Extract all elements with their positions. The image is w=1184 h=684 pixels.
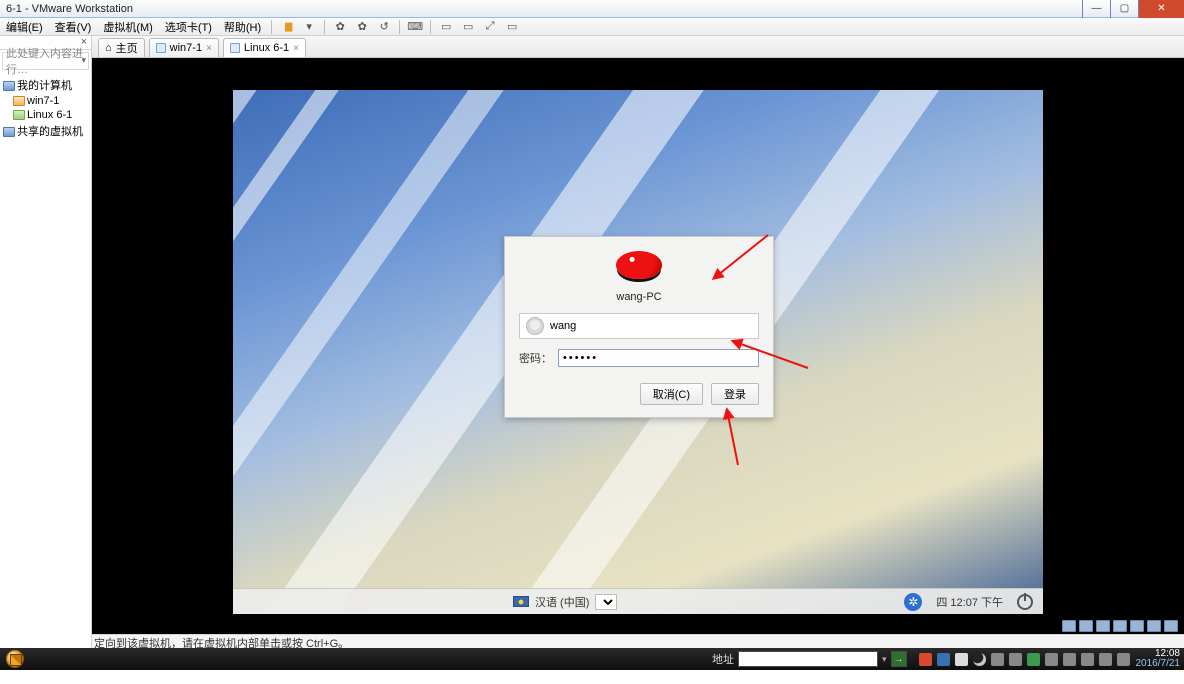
vm-icon (13, 110, 25, 120)
device-icon[interactable] (1079, 620, 1093, 632)
tab-strip: ⌂ 主页 win7-1 × Linux 6-1 × (92, 36, 1184, 58)
device-icon[interactable] (1113, 620, 1127, 632)
toolbar-unity-icon[interactable]: ▭ (459, 19, 477, 35)
login-dialog: wang-PC 密码： 取消(C) 登录 (504, 236, 774, 418)
tray-icon[interactable] (1045, 653, 1058, 666)
sidebar-search-dropdown-icon[interactable]: ▾ (81, 55, 86, 66)
tray-icon[interactable] (991, 653, 1004, 666)
menubar: 编辑(E) 查看(V) 虚拟机(M) 选项卡(T) 帮助(H) ▮▮ ▾ ✿ ✿… (0, 18, 1184, 36)
computer-icon (3, 81, 15, 91)
device-icon[interactable] (1096, 620, 1110, 632)
toolbar-fullscreen-icon[interactable]: ▭ (437, 19, 455, 35)
tray-icon[interactable] (1081, 653, 1094, 666)
tray-icon[interactable] (919, 653, 932, 666)
tab-linux61[interactable]: Linux 6-1 × (223, 38, 306, 57)
redhat-logo-icon (616, 251, 662, 285)
vm-icon (156, 43, 166, 53)
system-tray (913, 653, 1136, 666)
login-user-field[interactable] (519, 313, 759, 339)
tree-node-mycomputer[interactable]: 我的计算机 (1, 76, 89, 94)
login-submit-button[interactable]: 登录 (711, 383, 759, 405)
start-button[interactable] (0, 648, 30, 670)
vm-device-strip (1062, 620, 1178, 632)
close-icon[interactable]: × (293, 43, 299, 54)
window-min-button[interactable]: — (1082, 0, 1110, 18)
menu-help[interactable]: 帮助(H) (218, 19, 267, 35)
taskbar-clock[interactable]: 12:08 2016/7/21 (1136, 649, 1184, 669)
computer-icon (3, 127, 15, 137)
menu-view[interactable]: 查看(V) (49, 19, 98, 35)
toolbar-snapshot-mgr-icon[interactable]: ✿ (353, 19, 371, 35)
power-icon[interactable] (1017, 594, 1033, 610)
sidebar-search-placeholder: 此处键入内容进行… (6, 45, 85, 77)
window-close-button[interactable]: ✕ (1138, 0, 1184, 18)
accessibility-icon[interactable]: ✲ (904, 593, 922, 611)
device-icon[interactable] (1164, 620, 1178, 632)
menu-vm[interactable]: 虚拟机(M) (97, 19, 159, 35)
start-orb-icon (6, 650, 24, 668)
tray-icon[interactable] (937, 653, 950, 666)
home-icon: ⌂ (105, 42, 112, 54)
toolbar-fit-icon[interactable]: ⤢ (481, 19, 499, 35)
close-icon[interactable]: × (206, 43, 212, 54)
guest-clock: 四 12:07 下午 (936, 594, 1003, 610)
vm-icon (13, 96, 25, 106)
device-icon[interactable] (1062, 620, 1076, 632)
guest-lang-label: 汉语 (中国) (535, 594, 589, 610)
vm-console[interactable]: wang-PC 密码： 取消(C) 登录 (92, 58, 1184, 634)
sidebar-search-input[interactable]: 此处键入内容进行… ▾ (2, 52, 89, 70)
toolbar-revert-icon[interactable]: ↺ (375, 19, 393, 35)
tab-win7[interactable]: win7-1 × (149, 38, 219, 57)
toolbar-pause-icon[interactable]: ▮▮ (278, 19, 296, 35)
tray-network-icon[interactable] (1099, 653, 1112, 666)
login-hostname: wang-PC (505, 291, 773, 303)
toolbar-sendkeys-icon[interactable]: ⌨ (406, 19, 424, 35)
guest-lang-dropdown[interactable] (595, 594, 617, 610)
window-titlebar: 6-1 - VMware Workstation — ▢ ✕ (0, 0, 1184, 18)
sidebar-tree: 我的计算机 win7-1 Linux 6-1 共享的虚拟机 (0, 72, 91, 140)
tray-icon[interactable] (1027, 653, 1040, 666)
toolbar-stretch-icon[interactable]: ▭ (503, 19, 521, 35)
tray-icon[interactable] (1063, 653, 1076, 666)
toolbar-power-dropdown[interactable]: ▾ (300, 19, 318, 35)
tray-icon[interactable] (1009, 653, 1022, 666)
taskbar-address-label: 地址 (712, 651, 734, 667)
login-username-input[interactable] (550, 320, 752, 332)
login-password-input[interactable] (558, 349, 759, 367)
tree-node-shared[interactable]: 共享的虚拟机 (1, 122, 89, 140)
guest-bottom-bar: 汉语 (中国) ✲ 四 12:07 下午 (233, 588, 1043, 614)
device-icon[interactable] (1147, 620, 1161, 632)
sidebar: × 此处键入内容进行… ▾ 我的计算机 win7-1 Linux 6-1 共享的… (0, 36, 92, 648)
annotation-arrow (718, 410, 778, 475)
tree-node-linux61[interactable]: Linux 6-1 (1, 108, 89, 122)
status-hint: 定向到该虚拟机，请在虚拟机内部单击或按 Ctrl+G。 (92, 634, 1184, 648)
guest-desktop: wang-PC 密码： 取消(C) 登录 (233, 90, 1043, 614)
chevron-down-icon[interactable]: ▾ (882, 654, 887, 665)
menu-edit[interactable]: 编辑(E) (0, 19, 49, 35)
taskbar-address-input[interactable] (738, 651, 878, 667)
window-max-button[interactable]: ▢ (1110, 0, 1138, 18)
user-icon (526, 317, 544, 335)
tray-ime-icon[interactable] (955, 653, 968, 666)
windows-taskbar: 地址 ▾ → 12:08 2016/7/21 (0, 648, 1184, 670)
tree-node-win7[interactable]: win7-1 (1, 94, 89, 108)
menu-tabs[interactable]: 选项卡(T) (159, 19, 218, 35)
device-icon[interactable] (1130, 620, 1144, 632)
taskbar-address-go-button[interactable]: → (891, 651, 907, 667)
login-cancel-button[interactable]: 取消(C) (640, 383, 703, 405)
window-title: 6-1 - VMware Workstation (6, 3, 133, 15)
tray-volume-icon[interactable] (1117, 653, 1130, 666)
toolbar-snapshot-icon[interactable]: ✿ (331, 19, 349, 35)
vm-icon (230, 43, 240, 53)
tray-icon[interactable] (973, 653, 986, 666)
flag-icon (513, 596, 529, 607)
tab-home[interactable]: ⌂ 主页 (98, 38, 145, 57)
login-password-label: 密码： (519, 350, 552, 366)
